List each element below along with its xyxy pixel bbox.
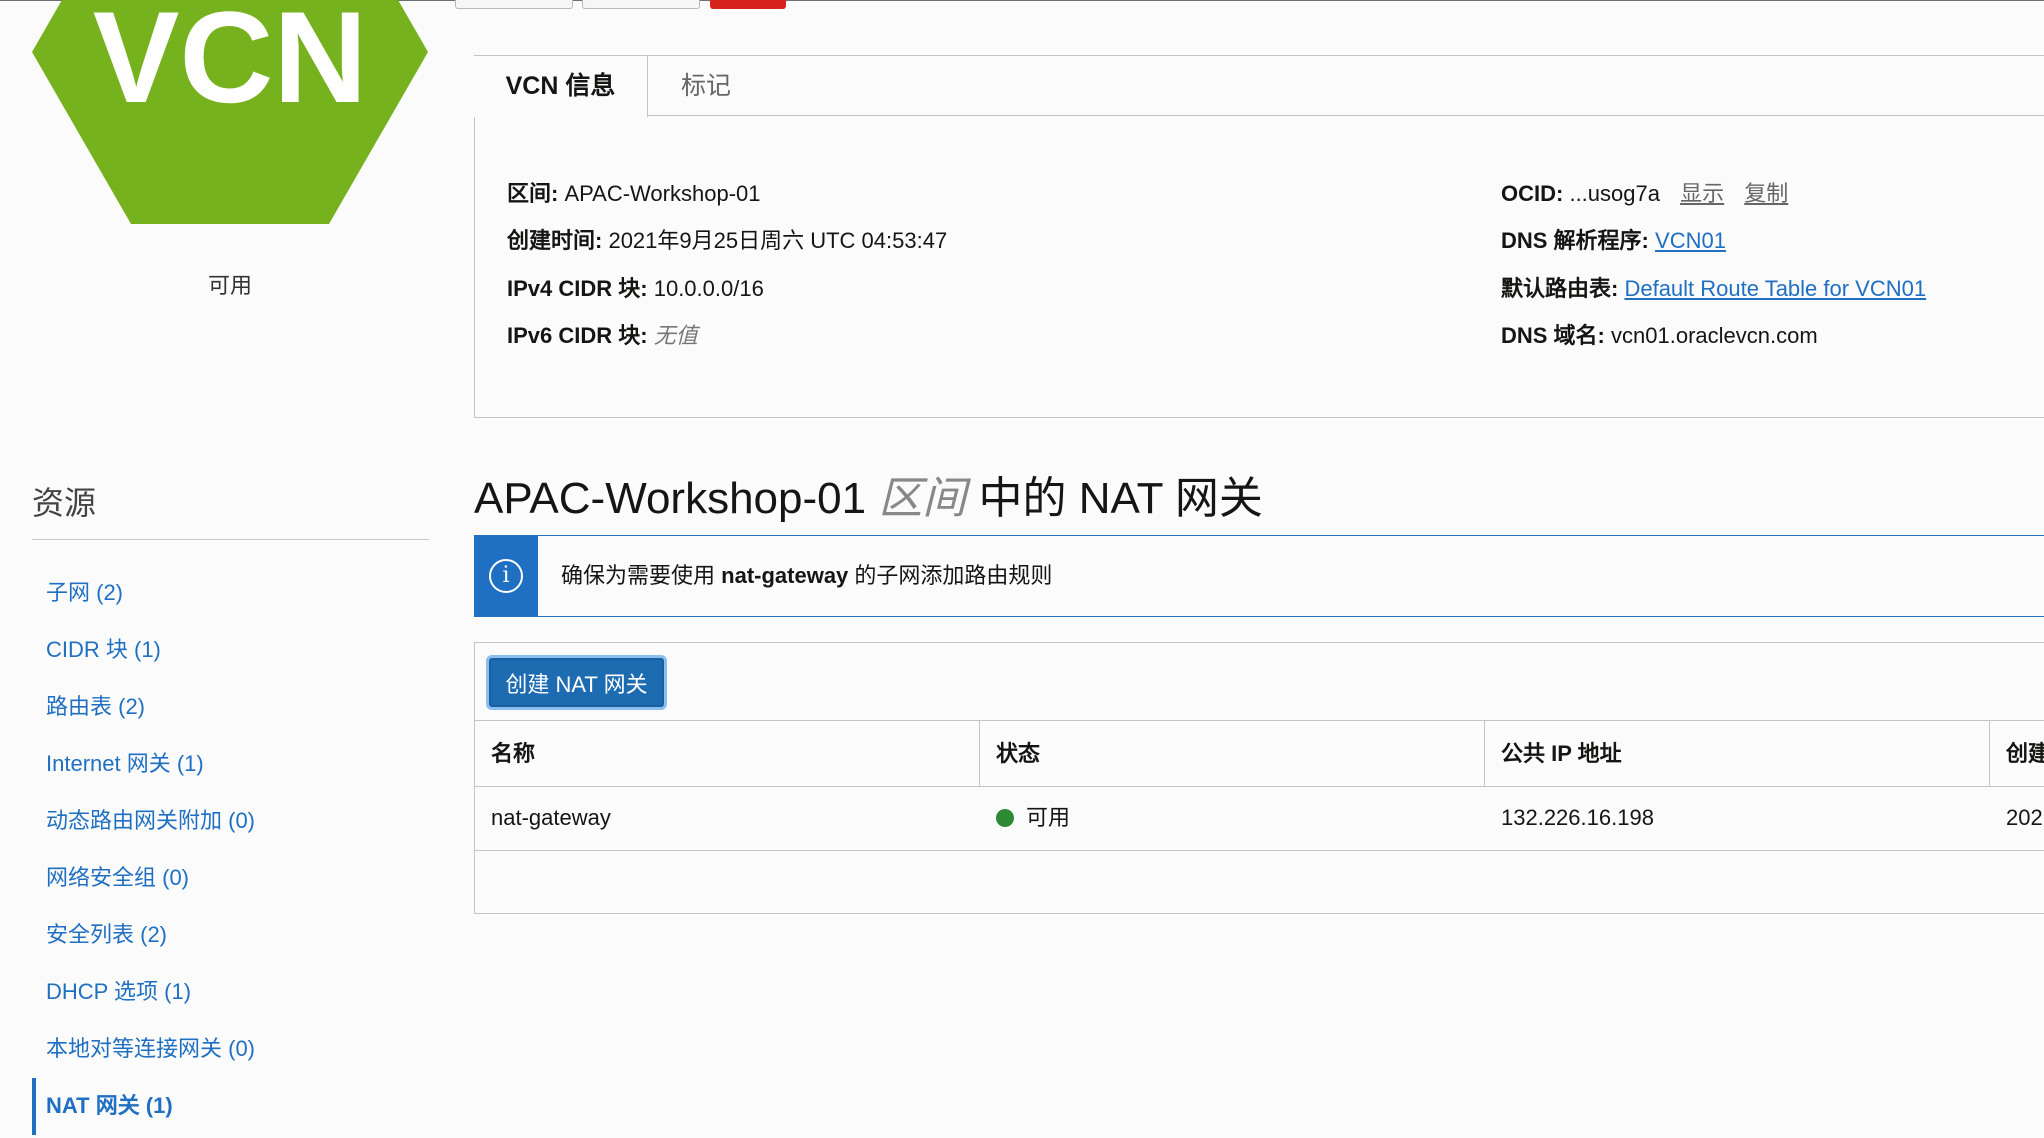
column-header-created[interactable]: 创建 xyxy=(1990,721,2044,786)
tab-vcn-info[interactable]: VCN 信息 xyxy=(474,56,648,117)
terminate-button[interactable] xyxy=(710,0,786,9)
top-action-button-1[interactable] xyxy=(455,0,573,9)
resource-item-internet-gateways[interactable]: Internet 网关 (1) xyxy=(32,736,432,793)
cell-state-text: 可用 xyxy=(1026,805,1071,830)
resource-item-drg-attachments[interactable]: 动态路由网关附加 (0) xyxy=(32,793,432,850)
resource-item-route-tables[interactable]: 路由表 (2) xyxy=(32,679,432,736)
column-header-state[interactable]: 状态 xyxy=(980,721,1485,786)
dns-domain-value: vcn01.oraclevcn.com xyxy=(1611,323,1818,348)
table-row: nat-gateway 可用 132.226.16.198 202 xyxy=(475,786,2044,851)
dns-resolver-link[interactable]: VCN01 xyxy=(1655,228,1726,253)
created-field: 创建时间: 2021年9月25日周六 UTC 04:53:47 xyxy=(507,223,947,255)
nat-gateway-table-panel: 创建 NAT 网关 名称 状态 公共 IP 地址 创建 nat-gateway … xyxy=(474,642,2044,914)
dns-resolver-field: DNS 解析程序: VCN01 xyxy=(1501,223,1726,255)
ipv6-value: 无值 xyxy=(653,323,698,348)
resource-item-nat-gateways[interactable]: NAT 网关 (1) xyxy=(32,1078,432,1135)
ocid-copy-link[interactable]: 复制 xyxy=(1744,181,1788,206)
top-action-button-2[interactable] xyxy=(582,0,700,9)
section-title-suffix: 中的 NAT 网关 xyxy=(978,474,1263,523)
column-header-public-ip[interactable]: 公共 IP 地址 xyxy=(1485,721,1990,786)
vcn-info-panel: VCN 信息 标记 区间: APAC-Workshop-01 创建时间: 202… xyxy=(474,55,2044,418)
ipv6-field: IPv6 CIDR 块: 无值 xyxy=(507,318,698,350)
ocid-field: OCID: ...usog7a 显示 复制 xyxy=(1501,176,1788,208)
resource-item-cidr-blocks[interactable]: CIDR 块 (1) xyxy=(32,622,432,679)
vcn-hexagon-icon: VCN xyxy=(32,0,428,224)
notice-text-before: 确保为需要使用 xyxy=(561,563,716,588)
cell-state: 可用 xyxy=(980,786,1485,850)
ipv6-label: IPv6 CIDR 块: xyxy=(507,323,648,348)
created-label: 创建时间: xyxy=(507,228,603,253)
vcn-icon-text: VCN xyxy=(93,0,367,130)
resource-item-dhcp-options[interactable]: DHCP 选项 (1) xyxy=(32,964,432,1021)
compartment-field: 区间: APAC-Workshop-01 xyxy=(507,176,761,208)
resources-title: 资源 xyxy=(32,485,97,521)
resources-divider xyxy=(32,539,429,540)
ocid-label: OCID: xyxy=(1501,181,1564,206)
notice-text-gateway: nat-gateway xyxy=(721,563,849,588)
created-value: 2021年9月25日周六 UTC 04:53:47 xyxy=(608,228,948,253)
resource-item-subnets[interactable]: 子网 (2) xyxy=(32,565,432,622)
cell-public-ip: 132.226.16.198 xyxy=(1501,805,1654,830)
dns-domain-label: DNS 域名: xyxy=(1501,323,1605,348)
route-table-link[interactable]: Default Route Table for VCN01 xyxy=(1624,276,1926,301)
section-title-italic: 区间 xyxy=(878,474,967,523)
ocid-value: ...usog7a xyxy=(1569,181,1660,206)
notice-icon-strip: i xyxy=(475,536,538,616)
info-icon: i xyxy=(489,559,523,593)
ocid-show-link[interactable]: 显示 xyxy=(1680,181,1724,206)
dns-resolver-label: DNS 解析程序: xyxy=(1501,228,1649,253)
create-nat-gateway-button[interactable]: 创建 NAT 网关 xyxy=(489,658,664,707)
dns-domain-field: DNS 域名: vcn01.oraclevcn.com xyxy=(1501,318,1818,350)
section-title-compartment: APAC-Workshop-01 xyxy=(474,474,867,523)
info-notice: i 确保为需要使用 nat-gateway 的子网添加路由规则 xyxy=(474,535,2044,617)
column-header-name[interactable]: 名称 xyxy=(475,721,980,786)
notice-text-after: 的子网添加路由规则 xyxy=(854,563,1053,588)
resources-menu: 子网 (2) CIDR 块 (1) 路由表 (2) Internet 网关 (1… xyxy=(32,565,432,1135)
route-table-label: 默认路由表: xyxy=(1501,276,1619,301)
ipv4-field: IPv4 CIDR 块: 10.0.0.0/16 xyxy=(507,271,764,303)
notice-text: 确保为需要使用 nat-gateway 的子网添加路由规则 xyxy=(561,536,1052,616)
table-header: 名称 状态 公共 IP 地址 创建 xyxy=(475,720,2044,787)
resource-item-nsgs[interactable]: 网络安全组 (0) xyxy=(32,850,432,907)
section-title: APAC-Workshop-01 区间 中的 NAT 网关 xyxy=(474,462,1263,526)
cell-name[interactable]: nat-gateway xyxy=(475,786,980,850)
vcn-status-label: 可用 xyxy=(207,273,252,298)
status-dot-icon xyxy=(996,809,1014,827)
tab-tags[interactable]: 标记 xyxy=(681,56,731,116)
resource-item-security-lists[interactable]: 安全列表 (2) xyxy=(32,907,432,964)
ipv4-label: IPv4 CIDR 块: xyxy=(507,276,648,301)
route-table-field: 默认路由表: Default Route Table for VCN01 xyxy=(1501,271,1926,303)
cell-created: 202 xyxy=(2006,805,2043,830)
resource-item-lpgs[interactable]: 本地对等连接网关 (0) xyxy=(32,1021,432,1078)
compartment-value: APAC-Workshop-01 xyxy=(564,181,761,206)
compartment-label: 区间: xyxy=(507,181,559,206)
ipv4-value: 10.0.0.0/16 xyxy=(653,276,764,301)
